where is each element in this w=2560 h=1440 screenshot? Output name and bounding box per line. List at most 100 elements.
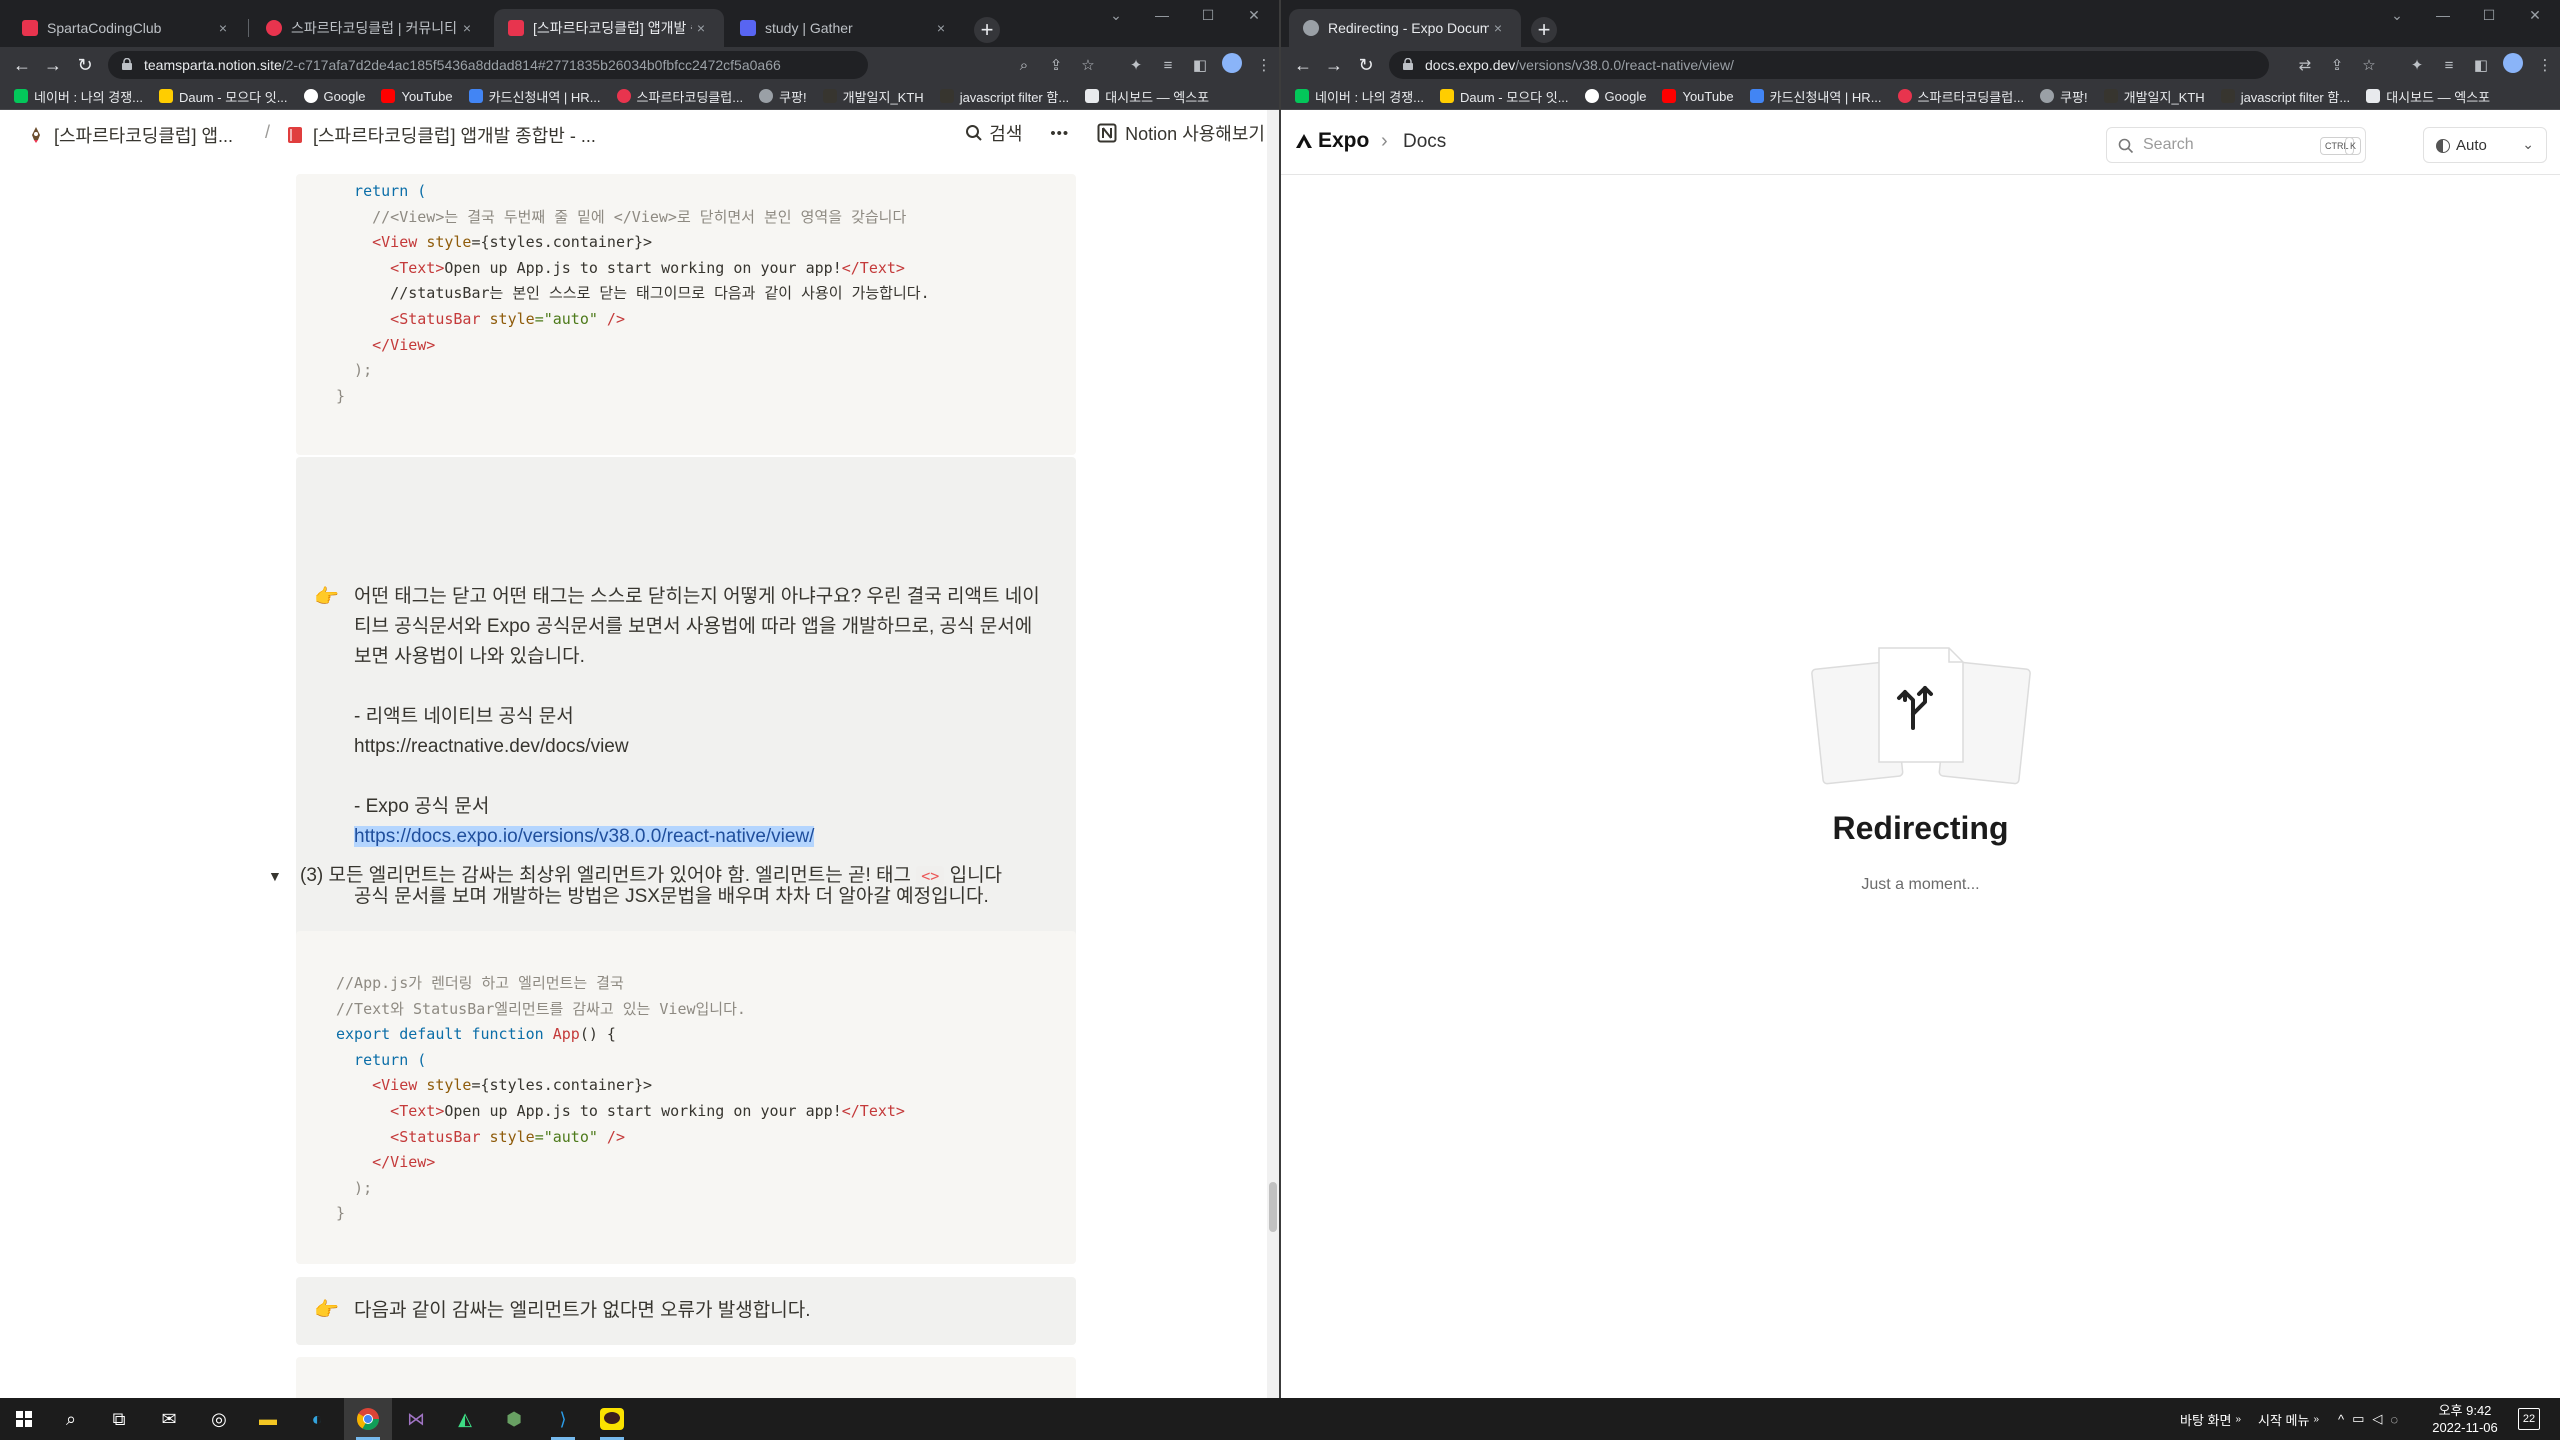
mail-icon[interactable]: ✉ [155,1405,183,1433]
new-tab-button[interactable]: + [1531,17,1557,43]
chrome-icon[interactable] [354,1405,382,1440]
tab-search-icon[interactable]: ⌄ [1093,0,1139,30]
tab-close-icon[interactable]: × [932,20,950,36]
ime-icon[interactable]: ◌ [2390,1412,2406,1427]
search-input[interactable]: Search CTRL K [2106,127,2366,163]
bookmark-card[interactable]: 카드신청내역 | HR... [1749,87,1882,106]
bookmark-naver[interactable]: 네이버 : 나의 경쟁... [14,87,143,106]
taskbar-clock[interactable]: 오후 9:42 2022-11-06 [2420,1402,2510,1436]
bookmark-google[interactable]: Google [1584,89,1646,104]
tab-sparta-app-course[interactable]: [스파르타코딩클럽] 앱개발 종합 × [494,9,724,47]
menu-kebab-icon[interactable]: ⋮ [2529,56,2560,74]
code-block-3[interactable] [296,1357,1076,1398]
bookmark-expo-dashboard[interactable]: 대시보드 — 엑스포 [2366,87,2490,106]
bookmark-daum[interactable]: Daum - 모으다 잇... [159,87,288,106]
maximize-button[interactable]: ☐ [2466,0,2512,30]
scrollbar-thumb[interactable] [1269,1182,1277,1232]
tab-close-icon[interactable]: × [458,20,476,36]
breadcrumb-current[interactable]: [스파르타코딩클럽] 앱개발 종합반 - ... [287,122,596,148]
bookmark-star-icon[interactable]: ☆ [2353,56,2385,74]
close-window-button[interactable]: ✕ [2512,0,2558,30]
reading-list-icon[interactable]: ≡ [1152,57,1184,74]
forward-button[interactable]: → [1321,52,1347,78]
theme-select[interactable]: Auto ⌄ [2423,127,2547,163]
tab-gather[interactable]: study | Gather × [726,9,964,47]
search-icon[interactable]: ⌕ [57,1405,85,1433]
bookmark-star-icon[interactable]: ☆ [1072,56,1104,74]
bookmark-coupang[interactable]: 쿠팡! [759,87,807,106]
back-button[interactable]: ← [9,52,35,78]
address-bar[interactable]: docs.expo.dev/versions/v38.0.0/react-nat… [1389,51,2269,79]
page-scrollbar[interactable] [1267,110,1279,1398]
translate-icon[interactable]: ⇄ [2289,56,2321,74]
code-block-2[interactable]: //App.js가 렌더링 하고 엘리먼트는 결국 //Text와 Status… [296,931,1076,1264]
minimize-button[interactable]: — [2420,0,2466,30]
tab-close-icon[interactable]: × [1489,20,1507,36]
toggle-arrow-icon[interactable]: ▼ [268,861,282,891]
vscode-icon[interactable]: ⟩ [549,1405,577,1440]
file-explorer-icon[interactable]: ▬ [254,1405,282,1433]
reload-button[interactable]: ↻ [1353,52,1379,78]
breadcrumb-parent[interactable]: [스파르타코딩클럽] 앱... [28,122,233,148]
address-bar[interactable]: teamsparta.notion.site/2-c717afa7d2de4ac… [108,51,868,79]
tab-close-icon[interactable]: × [214,20,232,36]
nodejs-icon[interactable]: ⬢ [500,1405,528,1433]
tray-desktop-label[interactable]: 바탕 화면» [2180,1398,2241,1440]
try-notion-button[interactable]: Notion 사용해보기 [1097,120,1265,146]
steam-icon[interactable]: ◎ [205,1405,233,1433]
network-icon[interactable]: ▭ [2352,1411,2372,1427]
bookmark-naver[interactable]: 네이버 : 나의 경쟁... [1295,87,1424,106]
expo-logo[interactable]: Expo [1295,129,1369,153]
share-icon[interactable]: ⇪ [1040,56,1072,74]
bookmark-sparta[interactable]: 스파르타코딩클럽... [616,87,743,106]
extensions-icon[interactable]: ✦ [1120,56,1152,74]
bookmark-youtube[interactable]: YouTube [381,89,453,104]
profile-avatar[interactable] [1216,53,1248,77]
bookmark-sparta[interactable]: 스파르타코딩클럽... [1897,87,2024,106]
menu-kebab-icon[interactable]: ⋮ [1248,56,1279,74]
bookmark-expo-dashboard[interactable]: 대시보드 — 엑스포 [1085,87,1209,106]
extensions-icon[interactable]: ✦ [2401,56,2433,74]
bookmark-js-filter[interactable]: javascript filter 함... [939,87,1069,106]
forward-button[interactable]: → [40,52,66,78]
side-panel-icon[interactable]: ◧ [2465,56,2497,74]
tray-start-menu-label[interactable]: 시작 메뉴» [2258,1398,2319,1440]
bookmark-google[interactable]: Google [303,89,365,104]
side-panel-icon[interactable]: ◧ [1184,56,1216,74]
chevron-up-icon[interactable]: ^ [2338,1412,2352,1427]
start-button[interactable] [10,1405,38,1433]
tab-expo-redirecting[interactable]: Redirecting - Expo Documentati × [1289,9,1521,47]
android-studio-icon[interactable]: ◭ [451,1405,479,1433]
minimize-button[interactable]: — [1139,0,1185,30]
visual-studio-icon[interactable]: ⋈ [402,1405,430,1433]
bookmark-daum[interactable]: Daum - 모으다 잇... [1440,87,1569,106]
edge-icon[interactable]: ◐ [303,1405,331,1433]
code-block-1[interactable]: return ( //<View>는 결국 두번째 줄 밑에 </View>로 … [296,174,1076,455]
expo-docs-link[interactable]: https://docs.expo.io/versions/v38.0.0/re… [354,826,815,847]
rn-docs-link[interactable]: https://reactnative.dev/docs/view [354,732,1044,762]
bookmark-coupang[interactable]: 쿠팡! [2040,87,2088,106]
docs-link[interactable]: Docs [1403,131,1446,153]
bookmark-card[interactable]: 카드신청내역 | HR... [468,87,601,106]
volume-icon[interactable]: ◁ [2372,1411,2390,1427]
more-options-button[interactable]: ••• [1050,125,1069,142]
tab-spartacodingclub[interactable]: SpartaCodingClub × [8,9,246,47]
search-button[interactable]: 검색 [965,120,1022,146]
zoom-icon[interactable]: ⌕ [1008,57,1040,74]
new-tab-button[interactable]: + [974,17,1000,43]
profile-avatar[interactable] [2497,53,2529,77]
tab-close-icon[interactable]: × [692,20,710,36]
back-button[interactable]: ← [1290,52,1316,78]
reload-button[interactable]: ↻ [72,52,98,78]
kakaotalk-icon[interactable] [598,1405,626,1440]
reading-list-icon[interactable]: ≡ [2433,57,2465,74]
close-window-button[interactable]: ✕ [1231,0,1277,30]
notification-center-button[interactable]: 22 [2518,1398,2540,1440]
bookmark-youtube[interactable]: YouTube [1662,89,1734,104]
tray-icons[interactable]: ^ ▭ ◁ ◌ [2338,1398,2406,1440]
tab-sparta-community[interactable]: 스파르타코딩클럽 | 커뮤니티 × [252,9,490,47]
bookmark-devlog[interactable]: 개발일지_KTH [822,87,924,106]
tab-search-icon[interactable]: ⌄ [2374,0,2420,30]
bookmark-devlog[interactable]: 개발일지_KTH [2103,87,2205,106]
maximize-button[interactable]: ☐ [1185,0,1231,30]
